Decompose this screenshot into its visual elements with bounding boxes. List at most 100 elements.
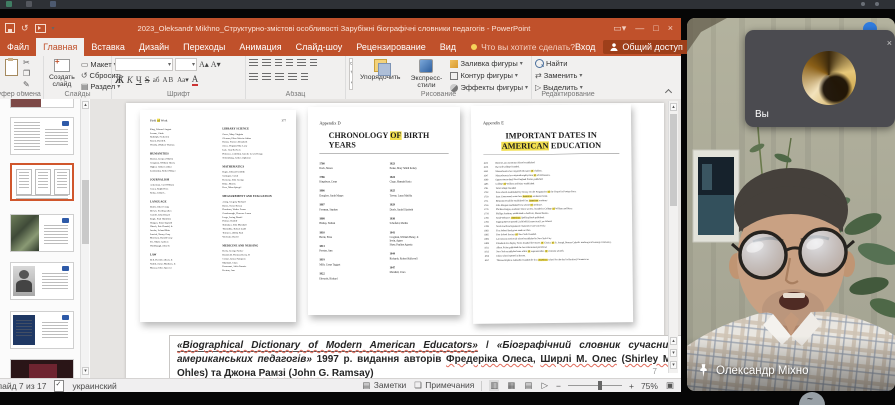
book-page-appendix-d[interactable]: Appendix D CHRONOLOGY OF BIRTH YEARS 170… <box>308 107 460 315</box>
shape-fill-button[interactable]: Заливка фигуры▾ <box>450 59 528 68</box>
sign-in-button[interactable]: Вход <box>575 42 595 52</box>
bold-button[interactable]: Ж <box>115 75 124 85</box>
increase-indent-icon[interactable] <box>286 59 293 67</box>
book-page-field-of-work[interactable]: Field of Work 377 King, Edward AugustLem… <box>140 110 296 322</box>
webcam-video[interactable]: Олександр Міхно Вы × <box>687 18 895 391</box>
tell-me-box[interactable]: Что вы хотите сделать? <box>471 38 575 56</box>
strikethrough-button[interactable]: S <box>145 75 150 85</box>
font-size-combobox[interactable]: ▾ <box>175 58 197 71</box>
quick-styles-button[interactable]: Экспресс-стили <box>407 58 445 91</box>
spell-check-icon[interactable] <box>54 380 64 392</box>
shapes-gallery[interactable]: ▭╲▢◯▱△ ▽◇☆▷❨❩ ∿✦▭◯△☆ <box>349 58 353 90</box>
align-right-icon[interactable] <box>275 73 284 81</box>
arrange-button[interactable]: Упорядочить <box>358 58 402 82</box>
align-left-icon[interactable] <box>249 73 258 81</box>
reaction-button[interactable] <box>799 392 825 405</box>
scroll-up-icon[interactable]: ▴ <box>670 103 677 111</box>
comments-button[interactable]: ❏ Примечания <box>413 380 474 391</box>
close-button[interactable]: × <box>668 23 673 33</box>
normal-view-icon[interactable]: ▥ <box>489 380 499 391</box>
fit-to-window-icon[interactable]: ▣ <box>665 380 675 391</box>
system-app-icon[interactable] <box>50 1 56 7</box>
slide-thumbnail-selected[interactable] <box>10 163 74 201</box>
scrollbar-thumb[interactable] <box>82 180 89 244</box>
minimize-button[interactable]: — <box>635 23 644 33</box>
cut-icon[interactable]: ✂ <box>23 58 30 67</box>
grow-font-icon[interactable]: А▴ <box>199 60 209 69</box>
system-app-icon[interactable] <box>6 1 12 7</box>
slide-sorter-view-icon[interactable]: ▦ <box>506 380 516 391</box>
close-icon[interactable]: × <box>887 38 892 48</box>
scroll-down-icon[interactable]: ▾ <box>82 367 89 375</box>
scroll-down-icon[interactable]: ▾ <box>670 361 677 369</box>
zoom-slider[interactable] <box>568 385 622 386</box>
ribbon-display-options-icon[interactable]: ▭▾ <box>613 23 626 34</box>
maximize-button[interactable]: □ <box>653 23 658 33</box>
collapse-ribbon-icon[interactable] <box>665 89 672 96</box>
slideshow-view-icon[interactable]: ▷ <box>540 380 549 391</box>
character-spacing-button[interactable]: АВ <box>162 76 174 84</box>
ribbon-tab[interactable]: Файл <box>0 38 36 56</box>
previous-slide-icon[interactable]: ▴ <box>670 337 677 345</box>
paste-button[interactable] <box>3 58 20 89</box>
shape-outline-button[interactable]: Контур фигуры▾ <box>450 71 528 80</box>
slideshow-icon[interactable] <box>35 24 46 33</box>
self-view-tile[interactable]: Вы × <box>745 30 895 127</box>
copy-icon[interactable]: ❐ <box>23 69 30 78</box>
bullets-icon[interactable] <box>249 59 258 67</box>
share-button[interactable]: Общий доступ <box>603 40 689 54</box>
slide-counter[interactable]: Слайд 7 из 17 <box>0 381 46 391</box>
new-slide-button[interactable]: Создать слайд <box>47 58 77 91</box>
change-case-button[interactable]: Аа▾ <box>177 76 189 84</box>
slide-thumbnail[interactable] <box>10 99 74 108</box>
align-center-icon[interactable] <box>262 73 271 81</box>
find-button[interactable]: Найти <box>535 59 601 68</box>
ribbon-tab[interactable]: Дизайн <box>132 38 176 56</box>
ribbon-tab[interactable]: Переходы <box>176 38 232 56</box>
slide-thumbnail[interactable] <box>10 117 74 155</box>
scroll-up-icon[interactable]: ▴ <box>82 101 89 109</box>
thumbnail-scrollbar[interactable]: ▴ ▾ <box>80 99 89 378</box>
ribbon-tab[interactable]: Вид <box>433 38 463 56</box>
pin-icon[interactable] <box>698 363 709 378</box>
slide-scrollbar[interactable]: ▴ ▴ ▾ ▾ <box>668 101 678 373</box>
text-direction-icon[interactable] <box>310 59 317 67</box>
slide-thumbnail[interactable] <box>10 262 74 300</box>
save-icon[interactable] <box>5 23 15 33</box>
slide-thumbnail[interactable] <box>10 311 74 349</box>
ribbon-tab[interactable]: Главная <box>36 38 84 56</box>
underline-button[interactable]: Ч <box>136 75 142 85</box>
reading-view-icon[interactable]: ▤ <box>523 380 533 391</box>
undo-icon[interactable]: ↺ <box>21 23 29 34</box>
ribbon-tab[interactable]: Анимация <box>232 38 288 56</box>
format-painter-icon[interactable]: ✎ <box>23 80 30 89</box>
current-slide[interactable]: Field of Work 377 King, Edward AugustLem… <box>126 103 664 378</box>
italic-button[interactable]: К <box>127 75 133 85</box>
system-tray-icon[interactable] <box>861 2 865 6</box>
caption-text-box[interactable]: «Biographical Dictionary of Modern Ameri… <box>169 335 681 378</box>
scrollbar-thumb[interactable] <box>670 114 677 206</box>
notes-button[interactable]: ▤ Заметки <box>361 380 406 391</box>
ribbon-tab[interactable]: Вставка <box>84 38 131 56</box>
shrink-font-icon[interactable]: А▾ <box>211 60 221 69</box>
next-slide-icon[interactable]: ▾ <box>670 349 677 357</box>
zoom-level[interactable]: 75% <box>641 381 658 391</box>
zoom-slider-thumb[interactable] <box>598 381 602 390</box>
slide-thumbnail[interactable] <box>10 214 74 252</box>
system-app-icon[interactable] <box>26 1 32 7</box>
font-name-combobox[interactable]: ▾ <box>115 58 173 71</box>
columns-icon[interactable] <box>301 73 308 81</box>
language-indicator[interactable]: украинский <box>72 381 116 391</box>
ribbon-tab[interactable]: Рецензирование <box>349 38 433 56</box>
replace-button[interactable]: ⇄Заменить▾ <box>535 71 601 80</box>
zoom-out-button[interactable]: − <box>556 381 561 391</box>
system-tray-icon[interactable] <box>875 2 879 6</box>
ribbon-tab[interactable]: Слайд-шоу <box>289 38 350 56</box>
decrease-indent-icon[interactable] <box>275 59 282 67</box>
line-spacing-icon[interactable] <box>297 59 306 67</box>
text-shadow-button[interactable]: аб <box>153 76 160 84</box>
numbering-icon[interactable] <box>262 59 271 67</box>
slide-thumbnail[interactable] <box>10 359 74 378</box>
zoom-in-button[interactable]: + <box>629 381 634 391</box>
font-color-button[interactable]: А <box>192 74 199 86</box>
